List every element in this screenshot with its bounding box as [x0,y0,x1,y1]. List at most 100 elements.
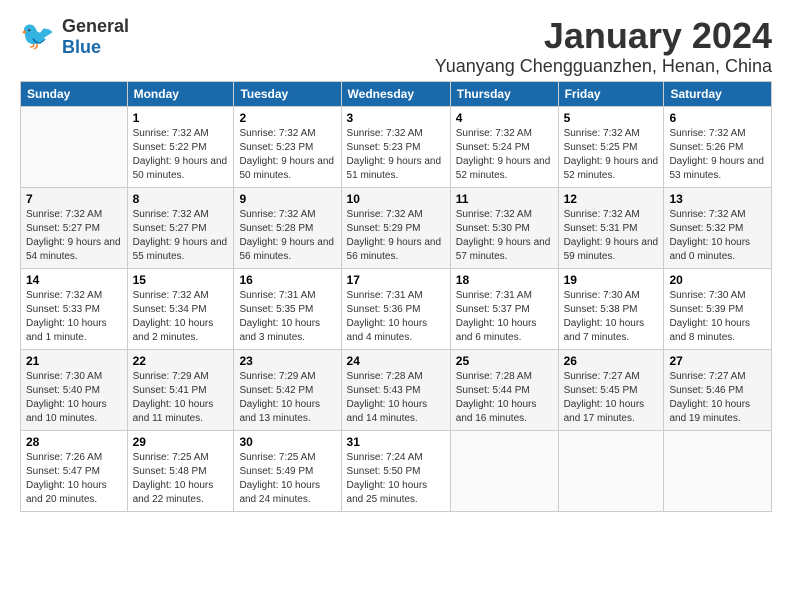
sunrise: Sunrise: 7:29 AM [239,371,315,382]
calendar-cell: 2 Sunrise: 7:32 AM Sunset: 5:23 PM Dayli… [234,106,341,187]
sunset: Sunset: 5:32 PM [669,223,743,234]
day-info: Sunrise: 7:32 AM Sunset: 5:33 PM Dayligh… [26,289,122,345]
calendar-cell: 27 Sunrise: 7:27 AM Sunset: 5:46 PM Dayl… [664,349,772,430]
calendar-cell: 18 Sunrise: 7:31 AM Sunset: 5:37 PM Dayl… [450,268,558,349]
sunset: Sunset: 5:27 PM [26,223,100,234]
sunset: Sunset: 5:29 PM [347,223,421,234]
sunrise: Sunrise: 7:30 AM [564,290,640,301]
day-info: Sunrise: 7:24 AM Sunset: 5:50 PM Dayligh… [347,451,445,507]
calendar-cell: 11 Sunrise: 7:32 AM Sunset: 5:30 PM Dayl… [450,187,558,268]
daylight: Daylight: 10 hours and 24 minutes. [239,480,320,505]
calendar-cell: 26 Sunrise: 7:27 AM Sunset: 5:45 PM Dayl… [558,349,664,430]
daylight: Daylight: 10 hours and 8 minutes. [669,318,750,343]
day-info: Sunrise: 7:31 AM Sunset: 5:35 PM Dayligh… [239,289,335,345]
sunrise: Sunrise: 7:32 AM [456,209,532,220]
sunrise: Sunrise: 7:32 AM [239,209,315,220]
daylight: Daylight: 9 hours and 59 minutes. [564,237,659,262]
day-info: Sunrise: 7:30 AM Sunset: 5:39 PM Dayligh… [669,289,766,345]
day-number: 17 [347,273,445,287]
day-info: Sunrise: 7:32 AM Sunset: 5:24 PM Dayligh… [456,127,553,183]
daylight: Daylight: 9 hours and 52 minutes. [456,156,551,181]
daylight: Daylight: 10 hours and 25 minutes. [347,480,428,505]
daylight: Daylight: 10 hours and 14 minutes. [347,399,428,424]
sunrise: Sunrise: 7:32 AM [564,209,640,220]
sunset: Sunset: 5:26 PM [669,142,743,153]
sunrise: Sunrise: 7:27 AM [669,371,745,382]
calendar-cell: 14 Sunrise: 7:32 AM Sunset: 5:33 PM Dayl… [21,268,128,349]
calendar-cell: 30 Sunrise: 7:25 AM Sunset: 5:49 PM Dayl… [234,430,341,511]
calendar-cell: 15 Sunrise: 7:32 AM Sunset: 5:34 PM Dayl… [127,268,234,349]
day-number: 5 [564,111,659,125]
sunrise: Sunrise: 7:32 AM [347,209,423,220]
day-info: Sunrise: 7:27 AM Sunset: 5:46 PM Dayligh… [669,370,766,426]
calendar-week-1: 1 Sunrise: 7:32 AM Sunset: 5:22 PM Dayli… [21,106,772,187]
calendar-cell [558,430,664,511]
daylight: Daylight: 10 hours and 6 minutes. [456,318,537,343]
sunset: Sunset: 5:25 PM [564,142,638,153]
day-number: 27 [669,354,766,368]
day-info: Sunrise: 7:26 AM Sunset: 5:47 PM Dayligh… [26,451,122,507]
day-info: Sunrise: 7:32 AM Sunset: 5:28 PM Dayligh… [239,208,335,264]
header: 🐦 General Blue January 2024 Yuanyang Che… [20,16,772,77]
col-tuesday: Tuesday [234,81,341,106]
daylight: Daylight: 9 hours and 56 minutes. [347,237,442,262]
calendar-cell: 12 Sunrise: 7:32 AM Sunset: 5:31 PM Dayl… [558,187,664,268]
sunset: Sunset: 5:49 PM [239,466,313,477]
day-number: 30 [239,435,335,449]
calendar-cell: 16 Sunrise: 7:31 AM Sunset: 5:35 PM Dayl… [234,268,341,349]
daylight: Daylight: 9 hours and 53 minutes. [669,156,764,181]
location-title: Yuanyang Chengguanzhen, Henan, China [435,56,772,77]
calendar-cell: 25 Sunrise: 7:28 AM Sunset: 5:44 PM Dayl… [450,349,558,430]
sunrise: Sunrise: 7:32 AM [26,209,102,220]
calendar-week-3: 14 Sunrise: 7:32 AM Sunset: 5:33 PM Dayl… [21,268,772,349]
day-number: 7 [26,192,122,206]
calendar-cell: 6 Sunrise: 7:32 AM Sunset: 5:26 PM Dayli… [664,106,772,187]
calendar-cell: 23 Sunrise: 7:29 AM Sunset: 5:42 PM Dayl… [234,349,341,430]
calendar-week-5: 28 Sunrise: 7:26 AM Sunset: 5:47 PM Dayl… [21,430,772,511]
daylight: Daylight: 10 hours and 16 minutes. [456,399,537,424]
calendar-cell [450,430,558,511]
sunrise: Sunrise: 7:32 AM [26,290,102,301]
col-monday: Monday [127,81,234,106]
sunrise: Sunrise: 7:30 AM [669,290,745,301]
calendar-cell: 4 Sunrise: 7:32 AM Sunset: 5:24 PM Dayli… [450,106,558,187]
daylight: Daylight: 10 hours and 19 minutes. [669,399,750,424]
sunset: Sunset: 5:37 PM [456,304,530,315]
calendar-cell: 10 Sunrise: 7:32 AM Sunset: 5:29 PM Dayl… [341,187,450,268]
sunset: Sunset: 5:24 PM [456,142,530,153]
daylight: Daylight: 9 hours and 55 minutes. [133,237,228,262]
daylight: Daylight: 10 hours and 2 minutes. [133,318,214,343]
day-number: 4 [456,111,553,125]
sunset: Sunset: 5:47 PM [26,466,100,477]
calendar-cell [21,106,128,187]
calendar-cell [664,430,772,511]
sunset: Sunset: 5:28 PM [239,223,313,234]
sunset: Sunset: 5:43 PM [347,385,421,396]
daylight: Daylight: 9 hours and 52 minutes. [564,156,659,181]
calendar-week-4: 21 Sunrise: 7:30 AM Sunset: 5:40 PM Dayl… [21,349,772,430]
sunset: Sunset: 5:46 PM [669,385,743,396]
sunset: Sunset: 5:42 PM [239,385,313,396]
day-number: 6 [669,111,766,125]
day-number: 2 [239,111,335,125]
daylight: Daylight: 10 hours and 22 minutes. [133,480,214,505]
day-info: Sunrise: 7:32 AM Sunset: 5:23 PM Dayligh… [347,127,445,183]
page-container: 🐦 General Blue January 2024 Yuanyang Che… [0,0,792,522]
sunrise: Sunrise: 7:29 AM [133,371,209,382]
day-info: Sunrise: 7:32 AM Sunset: 5:25 PM Dayligh… [564,127,659,183]
day-number: 28 [26,435,122,449]
sunset: Sunset: 5:41 PM [133,385,207,396]
daylight: Daylight: 10 hours and 10 minutes. [26,399,107,424]
svg-text:🐦: 🐦 [20,20,55,51]
sunset: Sunset: 5:30 PM [456,223,530,234]
day-number: 8 [133,192,229,206]
sunset: Sunset: 5:48 PM [133,466,207,477]
sunrise: Sunrise: 7:31 AM [347,290,423,301]
day-info: Sunrise: 7:32 AM Sunset: 5:27 PM Dayligh… [26,208,122,264]
logo-general: General [62,16,129,36]
day-number: 21 [26,354,122,368]
calendar-table: Sunday Monday Tuesday Wednesday Thursday… [20,81,772,512]
day-info: Sunrise: 7:25 AM Sunset: 5:49 PM Dayligh… [239,451,335,507]
daylight: Daylight: 10 hours and 0 minutes. [669,237,750,262]
month-title: January 2024 [435,16,772,56]
